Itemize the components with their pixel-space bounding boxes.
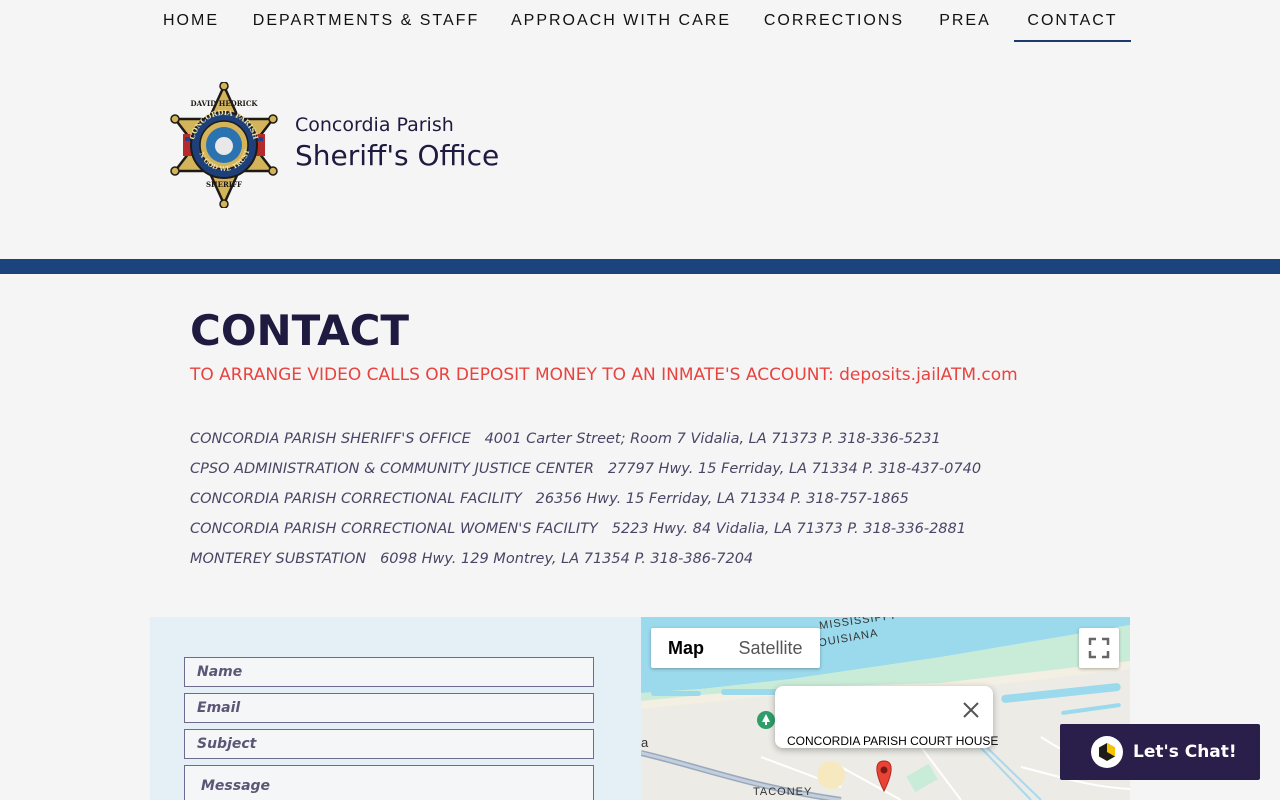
map-info-window: CONCORDIA PARISH COURT HOUSE bbox=[775, 686, 998, 748]
subject-field[interactable] bbox=[185, 730, 593, 758]
brand-line-1: Concordia Parish bbox=[295, 114, 454, 136]
chat-widget-button[interactable]: Let's Chat! bbox=[1060, 724, 1260, 780]
sheriff-badge-logo[interactable]: CONCORDIA PARISH IN GOD WE TRUST DAVID H… bbox=[165, 76, 281, 209]
message-field-box bbox=[184, 765, 594, 800]
chat-label: Let's Chat! bbox=[1133, 742, 1237, 762]
map-label-edge: a bbox=[641, 735, 649, 750]
close-icon bbox=[963, 702, 979, 718]
fullscreen-icon bbox=[1088, 637, 1110, 659]
location-details: 5223 Hwy. 84 Vidalia, LA 71373 P. 318-33… bbox=[611, 521, 966, 537]
list-item: MONTEREY SUBSTATION 6098 Hwy. 129 Montre… bbox=[190, 551, 981, 581]
list-item: CONCORDIA PARISH CORRECTIONAL WOMEN'S FA… bbox=[190, 521, 981, 551]
location-details: 27797 Hwy. 15 Ferriday, LA 71334 P. 318-… bbox=[607, 461, 982, 477]
popup-close-button[interactable] bbox=[959, 698, 983, 722]
main-nav: HOME DEPARTMENTS & STAFF APPROACH WITH C… bbox=[0, 0, 1280, 44]
list-item: CPSO ADMINISTRATION & COMMUNITY JUSTICE … bbox=[190, 461, 981, 491]
nav-prea[interactable]: PREA bbox=[926, 0, 1004, 42]
message-field[interactable] bbox=[185, 766, 593, 800]
badge-top-text: DAVID HEDRICK bbox=[191, 99, 259, 108]
fullscreen-button[interactable] bbox=[1079, 628, 1119, 668]
location-details: 6098 Hwy. 129 Montrey, LA 71354 P. 318-3… bbox=[380, 551, 754, 567]
location-name: CONCORDIA PARISH SHERIFF'S OFFICE bbox=[190, 431, 471, 447]
badge-bottom-text: SHERIFF bbox=[206, 180, 242, 189]
brand-line-2: Sheriff's Office bbox=[295, 139, 500, 172]
chat-icon bbox=[1091, 736, 1123, 768]
subject-field-box bbox=[184, 729, 594, 759]
nav-home[interactable]: HOME bbox=[150, 0, 232, 42]
location-details: 26356 Hwy. 15 Ferriday, LA 71334 P. 318-… bbox=[535, 491, 909, 507]
location-details: 4001 Carter Street; Room 7 Vidalia, LA 7… bbox=[484, 431, 941, 447]
nav-approach-with-care[interactable]: APPROACH WITH CARE bbox=[500, 0, 742, 42]
nav-contact[interactable]: CONTACT bbox=[1014, 0, 1131, 42]
header-divider-band bbox=[0, 259, 1280, 274]
location-list: CONCORDIA PARISH SHERIFF'S OFFICE 4001 C… bbox=[190, 431, 981, 581]
list-item: CONCORDIA PARISH CORRECTIONAL FACILITY 2… bbox=[190, 491, 981, 521]
name-field-box bbox=[184, 657, 594, 687]
email-field-box bbox=[184, 693, 594, 723]
contact-form bbox=[150, 617, 641, 800]
email-field[interactable] bbox=[185, 694, 593, 722]
nav-corrections[interactable]: CORRECTIONS bbox=[752, 0, 916, 42]
map-view-button[interactable]: Map bbox=[651, 628, 721, 668]
satellite-view-button[interactable]: Satellite bbox=[721, 628, 820, 668]
map-type-control: Map Satellite bbox=[651, 628, 820, 668]
location-name: MONTEREY SUBSTATION bbox=[190, 551, 367, 567]
list-item: CONCORDIA PARISH SHERIFF'S OFFICE 4001 C… bbox=[190, 431, 981, 461]
location-name: CONCORDIA PARISH CORRECTIONAL WOMEN'S FA… bbox=[190, 521, 598, 537]
page-title: CONTACT bbox=[190, 306, 410, 355]
map-label-taconey: TACONEY bbox=[753, 786, 813, 798]
google-map[interactable]: MISSISSIPPI LOUISIANA TACONEY a Map Sate… bbox=[641, 617, 1130, 800]
name-field[interactable] bbox=[185, 658, 593, 686]
location-name: CPSO ADMINISTRATION & COMMUNITY JUSTICE … bbox=[190, 461, 594, 477]
popup-label: CONCORDIA PARISH COURT HOUSE bbox=[787, 734, 999, 748]
deposit-notice[interactable]: TO ARRANGE VIDEO CALLS OR DEPOSIT MONEY … bbox=[190, 365, 1018, 385]
nav-departments-staff[interactable]: DEPARTMENTS & STAFF bbox=[242, 0, 490, 42]
location-name: CONCORDIA PARISH CORRECTIONAL FACILITY bbox=[190, 491, 522, 507]
